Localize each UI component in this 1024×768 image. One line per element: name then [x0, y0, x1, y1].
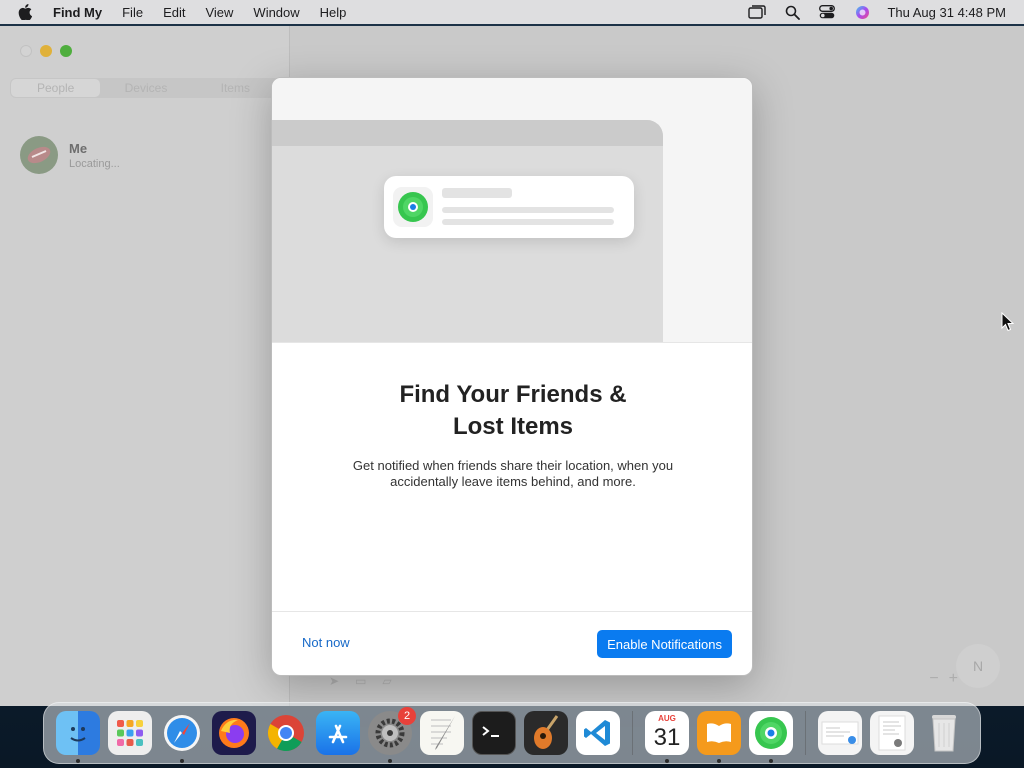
find-my-app-icon: [393, 187, 433, 227]
running-indicator: [180, 759, 184, 763]
control-center-icon[interactable]: [818, 4, 836, 20]
menu-edit[interactable]: Edit: [163, 5, 185, 20]
zoom-controls: − +: [919, 670, 958, 688]
dock-find-my[interactable]: [749, 711, 793, 763]
dock-garageband[interactable]: [524, 711, 568, 755]
running-indicator: [76, 759, 80, 763]
running-indicator: [717, 759, 721, 763]
not-now-button[interactable]: Not now: [302, 635, 350, 650]
dialog-message: Get notified when friends share their lo…: [352, 458, 674, 489]
textedit-icon: [431, 716, 455, 750]
sidebar: People Devices Items Me Locating...: [0, 26, 290, 706]
map-bottom-toolbar: ➤ ▭ ▱: [329, 674, 408, 688]
menu-bar: Find My File Edit View Window Help Thu A…: [0, 0, 1024, 24]
illustration-notification-card: [384, 176, 634, 238]
menu-bar-clock[interactable]: Thu Aug 31 4:48 PM: [887, 5, 1006, 20]
dock-books[interactable]: [697, 711, 741, 763]
dock-calendar[interactable]: AUG 31: [645, 711, 689, 763]
person-location-status: Locating...: [69, 157, 120, 170]
dock-recent-document-1[interactable]: [818, 711, 862, 755]
list-item-person-me[interactable]: Me Locating...: [20, 136, 120, 174]
launchpad-icon: [117, 720, 143, 746]
tab-items[interactable]: Items: [191, 78, 280, 98]
menu-view[interactable]: View: [205, 5, 233, 20]
close-window-button[interactable]: [20, 45, 32, 57]
dialog-title: Find Your Friends & Lost Items: [272, 379, 752, 443]
placeholder-line-title: [442, 188, 512, 198]
dock-recent-document-2[interactable]: [870, 711, 914, 755]
dock-app-store[interactable]: [316, 711, 360, 755]
placeholder-line-body-2: [442, 219, 614, 225]
illustration-titlebar: [272, 120, 663, 146]
enable-notifications-dialog: Find Your Friends & Lost Items Get notif…: [271, 77, 753, 676]
chrome-icon: [267, 715, 304, 752]
window-controls: [20, 45, 80, 57]
dock-launchpad[interactable]: [108, 711, 152, 755]
trash-icon: [932, 715, 956, 752]
menu-app-name[interactable]: Find My: [53, 5, 102, 20]
dock: 2 AUG 31: [43, 702, 981, 764]
dock-separator: [805, 711, 806, 755]
zoom-out-button[interactable]: −: [929, 670, 938, 688]
dock-terminal[interactable]: [472, 711, 516, 755]
menu-file[interactable]: File: [122, 5, 143, 20]
illustration-divider: [272, 342, 752, 343]
book-icon: [707, 723, 731, 743]
guitar-icon: [534, 715, 559, 749]
app-store-icon: [328, 724, 348, 744]
calendar-day: 31: [653, 724, 681, 751]
location-arrow-icon[interactable]: ➤: [329, 674, 339, 688]
terminal-icon: [482, 726, 499, 737]
menu-bar-status-area: Thu Aug 31 4:48 PM: [731, 0, 1006, 24]
find-my-icon: [755, 717, 787, 749]
people-devices-items-tabs: People Devices Items: [10, 78, 280, 98]
notification-badge: 2: [398, 707, 416, 725]
dock-textedit[interactable]: [420, 711, 464, 755]
dialog-illustration: [272, 78, 752, 343]
placeholder-line-body-1: [442, 207, 614, 213]
document-thumbnail-icon: [878, 715, 906, 751]
dock-finder[interactable]: [56, 711, 100, 763]
search-icon[interactable]: [783, 4, 801, 20]
vscode-icon: [584, 720, 610, 746]
finder-icon: [70, 727, 86, 742]
person-name: Me: [69, 140, 88, 156]
zoom-window-button[interactable]: [60, 45, 72, 57]
firefox-icon: [219, 718, 249, 748]
dock-system-settings[interactable]: 2: [368, 707, 416, 763]
dock-firefox[interactable]: [212, 711, 256, 755]
dock-separator: [632, 711, 633, 755]
minimize-window-button[interactable]: [40, 45, 52, 57]
dock-trash[interactable]: [922, 711, 966, 755]
footer-divider: [272, 611, 752, 612]
document-thumbnail-icon: [821, 721, 859, 745]
menu-window[interactable]: Window: [253, 5, 299, 20]
dock-safari[interactable]: [160, 711, 204, 763]
compass-button[interactable]: N: [956, 644, 1000, 688]
screen-mirroring-icon[interactable]: [748, 4, 767, 20]
tab-people[interactable]: People: [11, 79, 101, 97]
calendar-month: AUG: [658, 714, 676, 723]
running-indicator: [665, 759, 669, 763]
dialog-title-line-1: Find Your Friends &: [399, 381, 627, 408]
safari-icon: [164, 715, 200, 751]
running-indicator: [769, 759, 773, 763]
tab-devices[interactable]: Devices: [101, 78, 190, 98]
avatar: [20, 136, 58, 174]
dialog-title-line-2: Lost Items: [452, 413, 574, 440]
map-book-icon[interactable]: ▭: [355, 674, 366, 688]
dock-visual-studio-code[interactable]: [576, 711, 620, 755]
compass-label: N: [972, 658, 984, 674]
menu-help[interactable]: Help: [320, 5, 347, 20]
mouse-pointer-icon: [1001, 311, 1015, 332]
enable-notifications-button[interactable]: Enable Notifications: [597, 630, 732, 658]
running-indicator: [388, 759, 392, 763]
apple-menu-icon[interactable]: [18, 4, 34, 20]
dock-chrome[interactable]: [264, 711, 308, 755]
siri-icon[interactable]: [853, 4, 871, 20]
map-3d-icon[interactable]: ▱: [382, 674, 391, 688]
